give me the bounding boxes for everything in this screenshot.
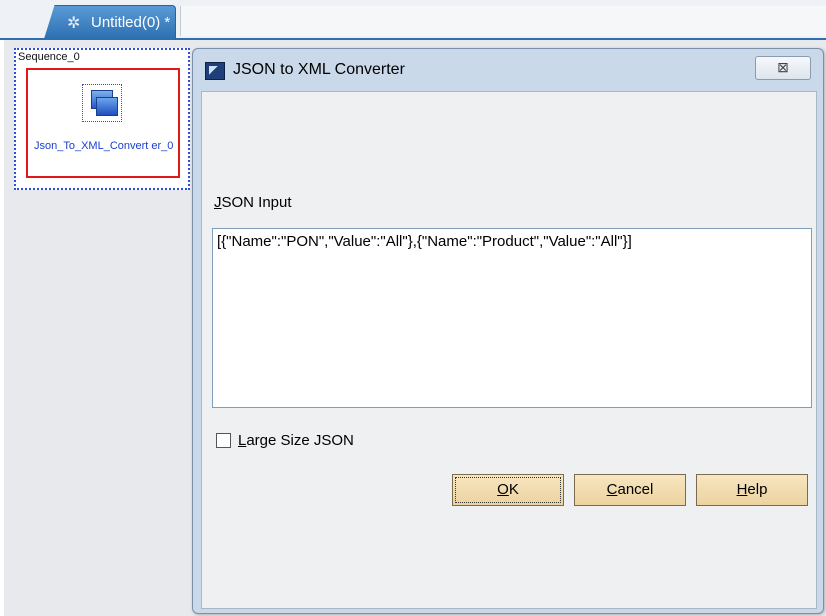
ok-button[interactable]: OK (452, 474, 564, 506)
large-size-json-label[interactable]: Large Size JSON (238, 432, 354, 449)
tab-label: Untitled(0) * (91, 14, 171, 31)
ok-mnemonic: O (497, 481, 509, 498)
json-to-xml-dialog: JSON to XML Converter ⊠ JSON Input [{"Na… (192, 48, 824, 614)
cancel-mnemonic: C (606, 481, 618, 498)
json-input-label: JSON Input (214, 194, 292, 211)
json-to-xml-activity[interactable]: Json_To_XML_Convert er_0 (26, 68, 180, 178)
large-size-text: arge Size JSON (246, 432, 354, 449)
gear-icon: ✲ (67, 15, 81, 32)
large-size-json-checkbox[interactable] (216, 433, 231, 448)
ok-text: K (508, 481, 519, 498)
json-label-text: SON Input (221, 194, 292, 211)
cancel-button[interactable]: Cancel (574, 474, 686, 506)
dialog-titlebar[interactable]: JSON to XML Converter ⊠ (193, 49, 823, 89)
dialog-body: JSON Input [{"Name":"PON","Value":"All"}… (201, 91, 817, 609)
json-input-field[interactable]: [{"Name":"PON","Value":"All"},{"Name":"P… (212, 228, 812, 408)
help-mnemonic: H (736, 481, 748, 498)
json-label-mnemonic: J (214, 194, 222, 211)
close-button[interactable]: ⊠ (755, 56, 811, 80)
close-icon: ⊠ (777, 59, 789, 75)
tab-strip-empty-area (180, 6, 826, 36)
help-text: elp (747, 481, 768, 498)
activity-label: Json_To_XML_Convert er_0 (34, 140, 174, 152)
help-button[interactable]: Help (696, 474, 808, 506)
tab-untitled[interactable]: ✲ Untitled(0) * (44, 5, 176, 39)
cancel-text: ancel (617, 481, 654, 498)
activity-icon (82, 84, 122, 122)
tab-strip: ✲ Untitled(0) * (0, 0, 826, 40)
app-icon (205, 62, 225, 80)
sequence-label: Sequence_0 (18, 51, 80, 63)
dialog-title: JSON to XML Converter (233, 61, 405, 78)
